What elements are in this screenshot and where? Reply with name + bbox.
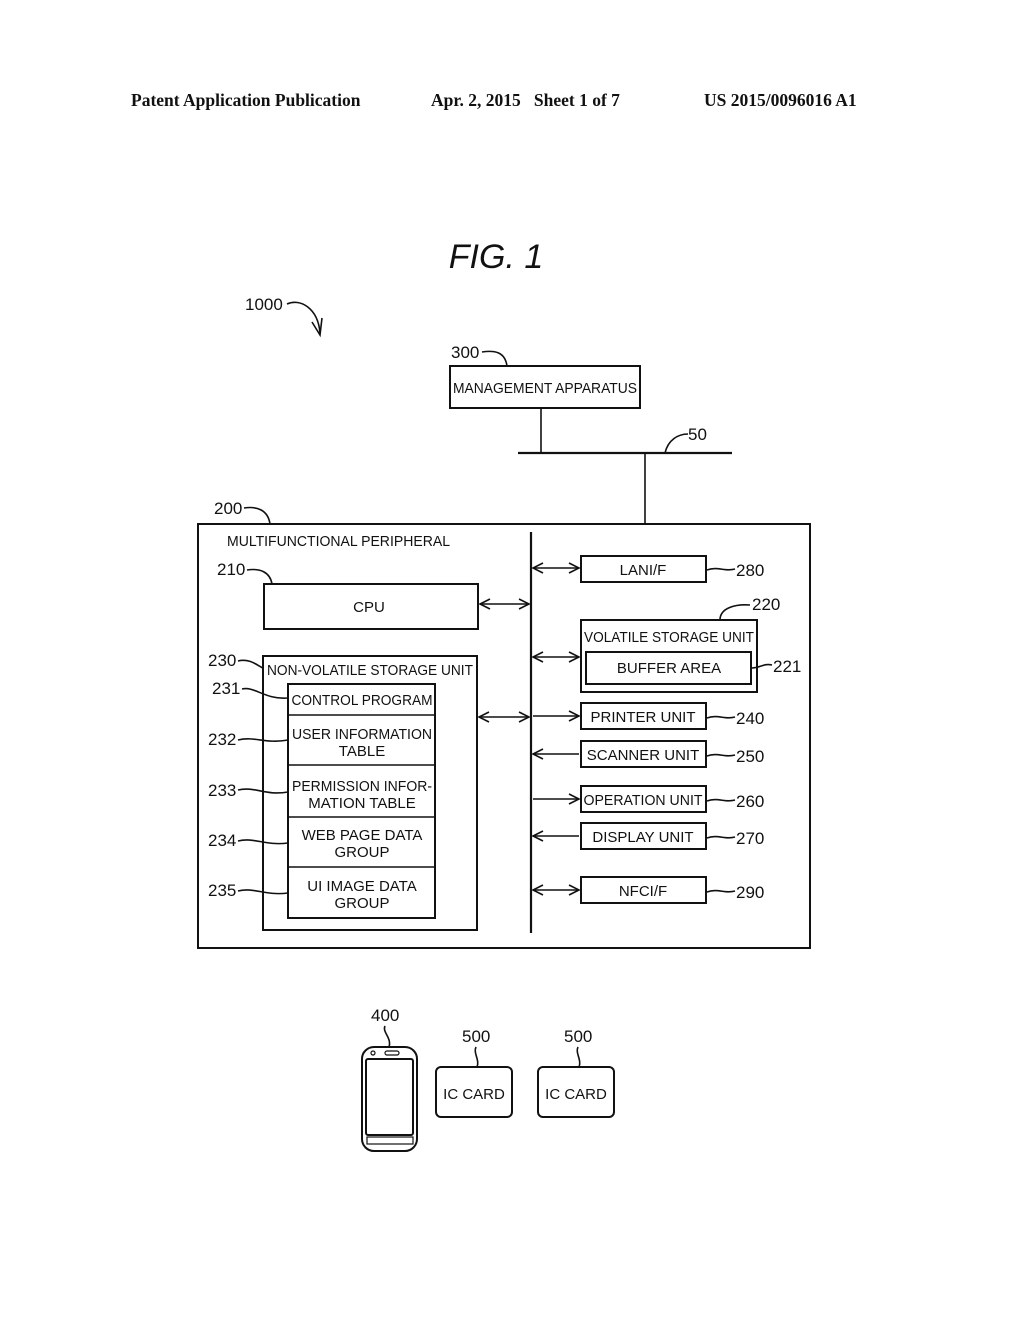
- ref-500: 500: [462, 1027, 490, 1046]
- ref-231: 231: [212, 679, 240, 698]
- svg-text:WEB PAGE DATA: WEB PAGE DATA: [302, 827, 423, 844]
- unit-label: DISPLAY UNIT: [592, 829, 693, 846]
- ref-280: 280: [736, 561, 764, 580]
- ref-235: 235: [208, 881, 236, 900]
- svg-text:TABLE: TABLE: [339, 743, 385, 760]
- svg-text:UI IMAGE DATA: UI IMAGE DATA: [307, 878, 416, 895]
- mfp-label: MULTIFUNCTIONAL PERIPHERAL: [227, 533, 450, 550]
- ref-233: 233: [208, 781, 236, 800]
- ref-234: 234: [208, 831, 236, 850]
- ref-232: 232: [208, 730, 236, 749]
- nvs-label: NON-VOLATILE STORAGE UNIT: [267, 662, 473, 679]
- ref-260: 260: [736, 792, 764, 811]
- ref-50: 50: [688, 425, 707, 444]
- figure-title: FIG. 1: [449, 238, 543, 276]
- unit-label: PRINTER UNIT: [591, 709, 696, 726]
- ref-1000: 1000: [245, 295, 283, 314]
- ic-card-label: IC CARD: [545, 1086, 607, 1103]
- unit-label: NFCI/F: [619, 883, 667, 900]
- leader-500: [474, 1046, 479, 1068]
- cpu-label: CPU: [353, 599, 385, 616]
- svg-text:USER INFORMATION: USER INFORMATION: [292, 726, 432, 743]
- unit-label: SCANNER UNIT: [587, 747, 700, 764]
- ref-250: 250: [736, 747, 764, 766]
- leader-50: [664, 433, 689, 454]
- svg-text:GROUP: GROUP: [334, 844, 389, 861]
- leader-500: [576, 1046, 581, 1068]
- buffer-area-label: BUFFER AREA: [617, 660, 721, 677]
- ic-card: 500 IC CARD: [435, 1027, 513, 1118]
- unit-label: OPERATION UNIT: [584, 792, 703, 809]
- ref-230: 230: [208, 651, 236, 670]
- ref-210: 210: [217, 560, 245, 579]
- ref-221: 221: [773, 657, 801, 676]
- svg-text:GROUP: GROUP: [334, 895, 389, 912]
- leader-400: [383, 1025, 391, 1048]
- volatile-storage-label: VOLATILE STORAGE UNIT: [584, 629, 754, 646]
- svg-text:CONTROL PROGRAM: CONTROL PROGRAM: [292, 692, 433, 709]
- ref-400: 400: [371, 1006, 399, 1025]
- block-diagram: FIG. 1 1000 300 MANAGEMENT APPARATUS 50 …: [197, 238, 811, 1152]
- ref-200: 200: [214, 499, 242, 518]
- ref-300: 300: [451, 343, 479, 362]
- ref-500: 500: [564, 1027, 592, 1046]
- ref-270: 270: [736, 829, 764, 848]
- svg-text:PERMISSION INFOR-: PERMISSION INFOR-: [292, 778, 432, 795]
- svg-text:MATION TABLE: MATION TABLE: [308, 795, 416, 812]
- ic-card-label: IC CARD: [443, 1086, 505, 1103]
- ref-220: 220: [752, 595, 780, 614]
- management-apparatus-label: MANAGEMENT APPARATUS: [453, 380, 637, 397]
- ic-card: 500 IC CARD: [537, 1027, 615, 1118]
- ref-290: 290: [736, 883, 764, 902]
- ref-240: 240: [736, 709, 764, 728]
- lan-if-label: LANI/F: [620, 562, 667, 579]
- ic-cards: 500 IC CARD 500 IC CARD: [435, 1027, 615, 1118]
- leader-200: [243, 506, 271, 525]
- smartphone: 400: [361, 1006, 418, 1152]
- leader-300: [481, 350, 508, 367]
- phone-screen-icon: [365, 1058, 414, 1136]
